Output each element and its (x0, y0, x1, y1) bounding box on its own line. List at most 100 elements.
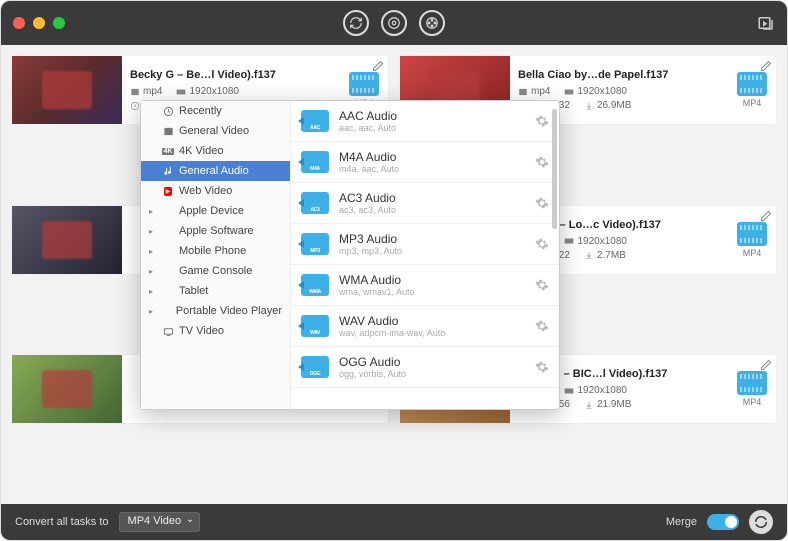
gear-icon[interactable] (535, 155, 549, 169)
convert-button[interactable] (749, 510, 773, 534)
container-label: mp4 (143, 86, 162, 97)
tv-icon (162, 326, 174, 336)
format-info: M4A Audio m4a, aac, Auto (339, 150, 525, 174)
clock-icon (162, 106, 174, 116)
format-info: MP3 Audio mp3, mp3, Auto (339, 232, 525, 256)
gear-icon[interactable] (535, 237, 549, 251)
edit-icon[interactable] (760, 60, 772, 72)
format-detail: m4a, aac, Auto (339, 164, 525, 174)
format-name: MP3 Audio (339, 232, 525, 246)
category-label: Apple Device (179, 205, 244, 217)
format-type-icon: WAV (301, 315, 329, 337)
disc-tab-icon[interactable] (381, 10, 407, 36)
video-title: Becky G – Be…l Video).f137 (130, 69, 380, 81)
category-label: Web Video (179, 185, 232, 197)
format-popup: Recently General Video 4K 4K Video General A… (140, 100, 560, 410)
category-item[interactable]: ▸Apple Software (141, 221, 290, 241)
category-label: Mobile Phone (179, 245, 246, 257)
window-controls (13, 17, 65, 29)
yt-icon: ▶ (162, 186, 174, 196)
library-icon[interactable] (757, 14, 775, 32)
close-icon[interactable] (13, 17, 25, 29)
format-detail: ogg, vorbis, Auto (339, 369, 525, 379)
thumbnail (12, 206, 122, 274)
format-info: AAC Audio aac, aac, Auto (339, 109, 525, 133)
gear-icon[interactable] (535, 360, 549, 374)
format-item[interactable]: WMA WMA Audio wma, wmav1, Auto (291, 265, 559, 306)
category-item[interactable]: General Audio (141, 161, 290, 181)
scrollbar[interactable] (552, 109, 557, 229)
category-label: Game Console (179, 265, 252, 277)
format-name: AC3 Audio (339, 191, 525, 205)
blank-icon (162, 226, 174, 236)
format-list: AAC AAC Audio aac, aac, Auto M4A M4A Aud… (291, 101, 559, 409)
4k-icon: 4K (162, 146, 174, 156)
format-select[interactable]: MP4 Video (119, 512, 201, 532)
format-detail: aac, aac, Auto (339, 123, 525, 133)
category-label: Tablet (179, 285, 208, 297)
edit-icon[interactable] (760, 210, 772, 222)
merge-label: Merge (666, 516, 697, 528)
category-label: 4K Video (179, 145, 223, 157)
format-item[interactable]: OGG OGG Audio ogg, vorbis, Auto (291, 347, 559, 388)
format-info: OGG Audio ogg, vorbis, Auto (339, 355, 525, 379)
gear-icon[interactable] (535, 114, 549, 128)
format-type-icon: AC3 (301, 192, 329, 214)
format-info: WAV Audio wav, adpcm-ima-wav, Auto (339, 314, 525, 338)
gear-icon[interactable] (535, 196, 549, 210)
format-item[interactable]: M4A M4A Audio m4a, aac, Auto (291, 142, 559, 183)
video-title: Bella Ciao by…de Papel.f137 (518, 69, 768, 81)
category-list: Recently General Video 4K 4K Video General A… (141, 101, 291, 409)
footer-bar: Convert all tasks to MP4 Video Merge (1, 504, 787, 540)
category-item[interactable]: TV Video (141, 321, 290, 341)
format-detail: wav, adpcm-ima-wav, Auto (339, 328, 525, 338)
format-type-icon: M4A (301, 151, 329, 173)
format-type-icon: OGG (301, 356, 329, 378)
format-badge[interactable]: MP4 (734, 222, 770, 258)
format-badge[interactable]: MP4 (734, 72, 770, 108)
format-detail: ac3, ac3, Auto (339, 205, 525, 215)
category-item[interactable]: ▸Game Console (141, 261, 290, 281)
thumbnail (12, 355, 122, 423)
blank-icon (162, 286, 174, 296)
format-info: AC3 Audio ac3, ac3, Auto (339, 191, 525, 215)
format-item[interactable]: AAC AAC Audio aac, aac, Auto (291, 101, 559, 142)
film-icon (162, 126, 174, 136)
category-label: Recently (179, 105, 222, 117)
format-detail: wma, wmav1, Auto (339, 287, 525, 297)
blank-icon (162, 246, 174, 256)
category-item[interactable]: ▸Tablet (141, 281, 290, 301)
category-item[interactable]: Recently (141, 101, 290, 121)
format-badge[interactable]: MP4 (734, 371, 770, 407)
merge-toggle[interactable] (707, 514, 739, 530)
thumbnail (12, 56, 122, 124)
blank-icon (161, 306, 171, 316)
format-type-icon: AAC (301, 110, 329, 132)
minimize-icon[interactable] (33, 17, 45, 29)
titlebar (1, 1, 787, 45)
edit-icon[interactable] (372, 60, 384, 72)
gear-icon[interactable] (535, 278, 549, 292)
format-item[interactable]: AC3 AC3 Audio ac3, ac3, Auto (291, 183, 559, 224)
format-item[interactable]: WAV WAV Audio wav, adpcm-ima-wav, Auto (291, 306, 559, 347)
category-item[interactable]: 4K 4K Video (141, 141, 290, 161)
format-type-icon: WMA (301, 274, 329, 296)
maximize-icon[interactable] (53, 17, 65, 29)
convert-tab-icon[interactable] (343, 10, 369, 36)
category-item[interactable]: General Video (141, 121, 290, 141)
blank-icon (162, 266, 174, 276)
reel-tab-icon[interactable] (419, 10, 445, 36)
edit-icon[interactable] (760, 359, 772, 371)
category-item[interactable]: ▶ Web Video (141, 181, 290, 201)
gear-icon[interactable] (535, 319, 549, 333)
format-type-icon: MP3 (301, 233, 329, 255)
format-name: WAV Audio (339, 314, 525, 328)
resolution-label: 1920x1080 (189, 86, 239, 97)
category-item[interactable]: ▸Portable Video Player (141, 301, 290, 321)
format-item[interactable]: MP3 MP3 Audio mp3, mp3, Auto (291, 224, 559, 265)
category-label: Apple Software (179, 225, 254, 237)
category-item[interactable]: ▸Apple Device (141, 201, 290, 221)
category-item[interactable]: ▸Mobile Phone (141, 241, 290, 261)
top-nav (343, 10, 445, 36)
category-label: General Audio (179, 165, 249, 177)
